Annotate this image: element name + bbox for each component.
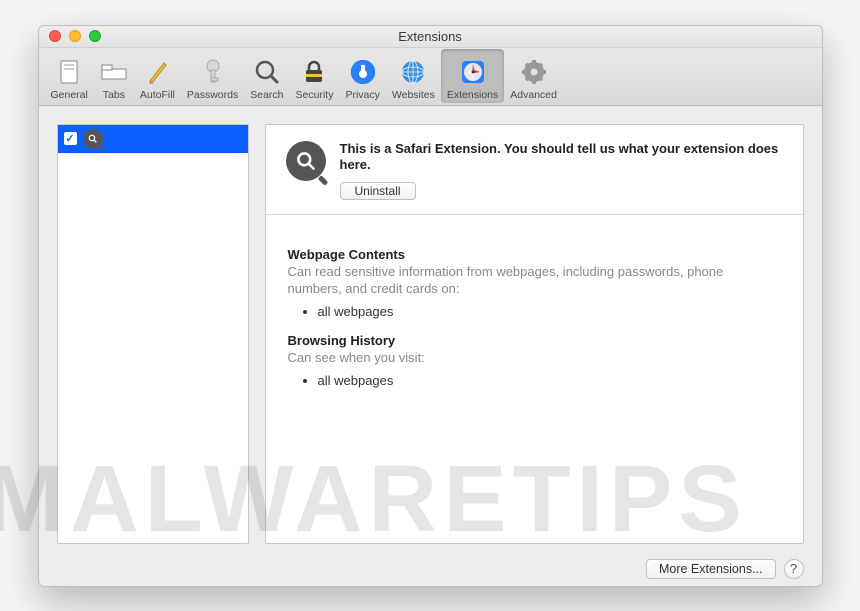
privacy-icon	[350, 57, 376, 87]
websites-icon	[400, 57, 426, 87]
tab-label: Passwords	[187, 89, 238, 101]
more-extensions-button[interactable]: More Extensions...	[646, 559, 776, 579]
tabs-icon	[100, 57, 128, 87]
tab-search[interactable]: Search	[244, 49, 289, 103]
zoom-button[interactable]	[89, 30, 101, 42]
tab-tabs[interactable]: Tabs	[94, 49, 134, 103]
tab-general[interactable]: General	[45, 49, 94, 103]
extensions-icon	[460, 57, 486, 87]
permissions-title-history: Browsing History	[288, 333, 781, 348]
preferences-window: Extensions General Tabs AutoFill Passwor…	[38, 25, 823, 587]
permissions-item: all webpages	[318, 304, 781, 319]
extension-item-icon	[83, 129, 103, 149]
permissions-title-contents: Webpage Contents	[288, 247, 781, 262]
window-controls	[49, 30, 101, 42]
tab-websites[interactable]: Websites	[386, 49, 441, 103]
help-button[interactable]: ?	[784, 559, 804, 579]
permissions-sub-history: Can see when you visit:	[288, 350, 781, 367]
passwords-icon	[204, 57, 222, 87]
tab-passwords[interactable]: Passwords	[181, 49, 244, 103]
tab-extensions[interactable]: Extensions	[441, 49, 504, 103]
window-title: Extensions	[398, 29, 462, 44]
extension-header: This is a Safari Extension. You should t…	[266, 125, 803, 216]
extension-permissions: Webpage Contents Can read sensitive info…	[266, 215, 803, 410]
autofill-icon	[146, 57, 168, 87]
tab-autofill[interactable]: AutoFill	[134, 49, 181, 103]
tab-security[interactable]: Security	[290, 49, 340, 103]
sidebar-extension-item[interactable]: ✓	[58, 125, 248, 153]
tab-label: AutoFill	[140, 89, 175, 101]
footer: More Extensions... ?	[39, 552, 822, 586]
uninstall-button[interactable]: Uninstall	[340, 182, 416, 200]
extension-detail-icon	[286, 141, 326, 181]
tab-privacy[interactable]: Privacy	[339, 49, 385, 103]
security-icon	[302, 57, 326, 87]
tab-label: General	[51, 89, 88, 101]
tab-label: Search	[250, 89, 283, 101]
content-area: ✓ This is a Safari Extension. You should…	[39, 106, 822, 552]
gear-icon	[521, 57, 547, 87]
permissions-sub-contents: Can read sensitive information from webp…	[288, 264, 781, 298]
extension-detail-panel: This is a Safari Extension. You should t…	[265, 124, 804, 544]
extensions-sidebar: ✓	[57, 124, 249, 544]
tab-label: Extensions	[447, 89, 498, 101]
tab-label: Privacy	[345, 89, 379, 101]
permissions-item: all webpages	[318, 373, 781, 388]
extension-enable-checkbox[interactable]: ✓	[64, 132, 77, 145]
search-icon	[254, 57, 280, 87]
minimize-button[interactable]	[69, 30, 81, 42]
general-icon	[58, 57, 80, 87]
extension-description: This is a Safari Extension. You should t…	[340, 141, 783, 175]
titlebar: Extensions	[39, 26, 822, 48]
tab-advanced[interactable]: Advanced	[504, 49, 563, 103]
close-button[interactable]	[49, 30, 61, 42]
tab-label: Websites	[392, 89, 435, 101]
tab-label: Security	[296, 89, 334, 101]
tab-label: Advanced	[510, 89, 557, 101]
tab-label: Tabs	[103, 89, 125, 101]
preferences-toolbar: General Tabs AutoFill Passwords Search	[39, 48, 822, 106]
